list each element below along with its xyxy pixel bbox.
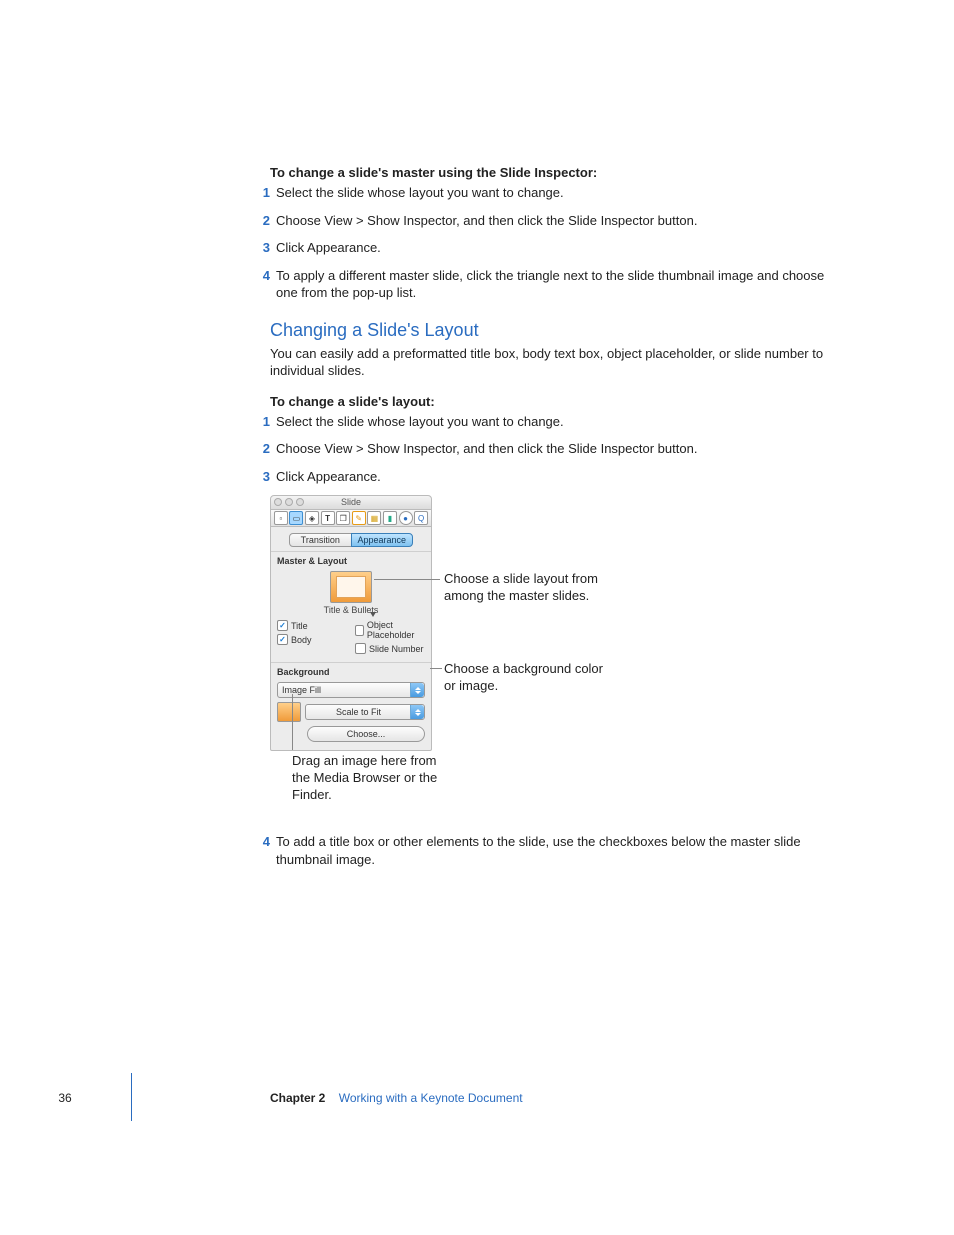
inspector-iconbar: ▫ ▭ ◈ T ❐ ✎ ▦ ▮ ● Q [271,510,431,527]
tab-appearance[interactable]: Appearance [351,533,414,547]
master-layout-label: Master & Layout [271,554,431,568]
stepper-arrows-icon [410,705,424,719]
choose-button[interactable]: Choose... [307,726,425,742]
quicktime-icon[interactable]: Q [414,511,428,525]
step-text: Click Appearance. [276,468,844,486]
tab-transition[interactable]: Transition [289,533,352,547]
document-icon[interactable]: ▫ [274,511,288,525]
step-text: Choose View > Show Inspector, and then c… [276,212,844,230]
section-heading: Changing a Slide's Layout [270,320,844,341]
inspector-titlebar: Slide [271,496,431,510]
title-checkbox-label: Title [291,621,308,631]
table-icon[interactable]: ▦ [367,511,381,525]
step-number: 1 [250,413,270,431]
step-number: 3 [250,239,270,257]
body-paragraph: You can easily add a preformatted title … [270,345,844,380]
body-checkbox[interactable]: Body [277,634,347,645]
callout-text: Choose a slide layout from among the mas… [444,571,604,605]
stepper-arrows-icon [410,683,424,697]
procedure-heading: To change a slide's master using the Sli… [270,165,844,180]
ordered-list-2b: 4 To add a title box or other elements to… [250,833,844,868]
slide-number-label: Slide Number [369,644,424,654]
step-text: To apply a different master slide, click… [276,267,844,302]
step-text: Click Appearance. [276,239,844,257]
metrics-icon[interactable]: ✎ [352,511,366,525]
scale-dropdown[interactable]: Scale to Fit [305,704,425,720]
step-number: 1 [250,184,270,202]
chevron-down-icon[interactable] [370,612,376,617]
callout-text: Drag an image here from the Media Browse… [292,753,442,804]
hyperlink-icon[interactable]: ● [399,511,413,525]
step-text: Choose View > Show Inspector, and then c… [276,440,844,458]
inspector-title: Slide [271,497,431,507]
step-text: Select the slide whose layout you want t… [276,413,844,431]
build-icon[interactable]: ◈ [305,511,319,525]
image-well[interactable] [277,702,301,722]
object-placeholder-checkbox[interactable]: Object Placeholder [355,620,425,640]
callout-line [430,668,442,669]
step-number: 3 [250,468,270,486]
title-checkbox[interactable]: Title [277,620,347,631]
slide-number-checkbox[interactable]: Slide Number [355,643,425,654]
scale-value: Scale to Fit [336,707,381,717]
object-placeholder-label: Object Placeholder [367,620,425,640]
step-number: 4 [250,267,270,285]
body-checkbox-label: Body [291,635,312,645]
step-text: Select the slide whose layout you want t… [276,184,844,202]
chapter-title: Working with a Keynote Document [339,1091,523,1105]
inspector-tabs: Transition Appearance [289,533,413,547]
master-thumbnail[interactable] [330,571,372,603]
background-label: Background [271,665,431,679]
footer-rule [131,1073,132,1121]
fill-type-dropdown[interactable]: Image Fill [277,682,425,698]
ordered-list-1: 1 Select the slide whose layout you want … [250,184,844,302]
chart-icon[interactable]: ▮ [383,511,397,525]
procedure-heading: To change a slide's layout: [270,394,844,409]
master-name: Title & Bullets [271,605,431,615]
figure: Slide ▫ ▭ ◈ T ❐ ✎ ▦ ▮ ● Q Transition App… [270,495,844,815]
slide-icon[interactable]: ▭ [289,511,303,525]
callout-text: Choose a background color or image. [444,661,604,695]
page-footer: 36 Chapter 2 Working with a Keynote Docu… [0,1091,954,1105]
text-icon[interactable]: T [321,511,335,525]
page-number: 36 [0,1091,130,1105]
chapter-label: Chapter 2 [270,1091,325,1105]
inspector-panel: Slide ▫ ▭ ◈ T ❐ ✎ ▦ ▮ ● Q Transition App… [270,495,432,751]
callout-line [292,694,293,750]
step-number: 2 [250,212,270,230]
step-number: 4 [250,833,270,851]
callout-line [374,579,440,580]
graphic-icon[interactable]: ❐ [336,511,350,525]
fill-type-value: Image Fill [282,685,321,695]
step-text: To add a title box or other elements to … [276,833,844,868]
ordered-list-2: 1 Select the slide whose layout you want … [250,413,844,486]
step-number: 2 [250,440,270,458]
